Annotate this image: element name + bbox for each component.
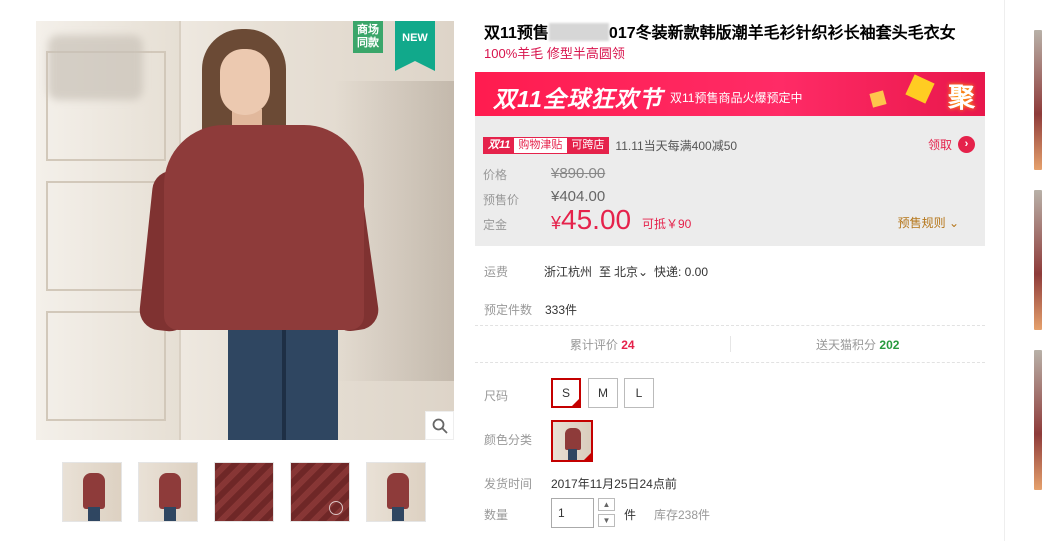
related-item-thumbnail[interactable] — [1034, 30, 1042, 170]
thumbnail[interactable] — [214, 462, 274, 522]
ju-badge: 聚 — [948, 83, 975, 113]
quantity-label: 数量 — [484, 508, 509, 522]
delivery-time: 2017年11月25日24点前 — [551, 477, 677, 491]
promo-headline: 双11全球狂欢节 — [493, 86, 663, 112]
chevron-down-icon: ⌄ — [945, 216, 959, 230]
main-product-image[interactable] — [36, 21, 454, 440]
promo-text: 双11预售商品火爆预定中 — [670, 91, 803, 105]
original-price-label: 价格 — [483, 168, 508, 182]
new-badge: NEW — [395, 21, 435, 71]
quantity-decrease-button[interactable]: ▼ — [598, 514, 615, 527]
size-option-l[interactable]: L — [624, 378, 654, 408]
gift-cube-icon — [905, 74, 935, 104]
color-label: 颜色分类 — [484, 433, 533, 447]
magnifier-icon — [432, 418, 448, 434]
stock-count: 库存238件 — [654, 508, 711, 522]
price-panel: 双11 购物津贴 可跨店 11.11当天每满400减50 领取 › 价格 ¥89… — [475, 116, 985, 246]
ship-from: 浙江杭州 — [544, 265, 593, 279]
thumbnail[interactable] — [62, 462, 122, 522]
deposit-price: ¥45.00 — [551, 204, 632, 235]
related-item-thumbnail[interactable] — [1034, 190, 1042, 330]
stats-row: 累计评价 24 送天猫积分 202 — [475, 326, 985, 362]
model-sweater — [164, 125, 364, 330]
presale-rules-link[interactable]: 预售规则 ⌄ — [898, 214, 959, 231]
deposit-label: 定金 — [483, 218, 508, 232]
zoom-button[interactable] — [425, 411, 454, 440]
ship-to-select[interactable]: 北京⌄ — [614, 263, 648, 280]
thumbnail-strip — [62, 462, 426, 522]
presale-price: ¥404.00 — [551, 188, 606, 205]
size-option-s[interactable]: S — [551, 378, 581, 408]
get-coupon-link[interactable]: 领取 › — [928, 136, 975, 153]
redacted-brand — [548, 23, 609, 41]
coupon-description: 11.11当天每满400减50 — [615, 139, 738, 153]
promo-banner[interactable]: 双11全球狂欢节 双11预售商品火爆预定中 聚 — [475, 72, 985, 116]
thumbnail[interactable] — [138, 462, 198, 522]
same-as-mall-badge: 商场同款 — [353, 21, 383, 53]
size-option-m[interactable]: M — [588, 378, 618, 408]
shopping-allowance-tag: 双11 购物津贴 可跨店 — [483, 137, 610, 154]
chevron-right-icon: › — [958, 136, 975, 153]
model-face — [220, 49, 270, 115]
coupon-row: 双11 购物津贴 可跨店 11.11当天每满400减50 — [483, 137, 737, 154]
product-subtitle: 100%羊毛 修型半高圆领 — [484, 46, 625, 61]
shipping-fee: 快递: 0.00 — [654, 265, 709, 279]
blurred-logo — [48, 35, 143, 100]
deposit-offset: 可抵￥90 — [642, 217, 692, 231]
shipping-label: 运费 — [484, 265, 509, 279]
points-stat: 送天猫积分 202 — [816, 337, 900, 352]
reviews-stat[interactable]: 累计评价 24 — [475, 336, 730, 353]
chevron-down-icon: ⌄ — [638, 265, 649, 279]
thumbnail[interactable] — [366, 462, 426, 522]
presale-price-label: 预售价 — [483, 193, 520, 207]
thumbnail[interactable] — [290, 462, 350, 522]
reserved-label: 预定件数 — [484, 303, 533, 317]
ship-to-word: 至 — [599, 265, 612, 279]
quantity-unit: 件 — [624, 508, 637, 522]
quantity-input[interactable] — [551, 498, 594, 528]
quantity-increase-button[interactable]: ▲ — [598, 498, 615, 511]
original-price: ¥890.00 — [551, 165, 606, 182]
color-option[interactable] — [551, 420, 593, 462]
reserved-count: 333件 — [545, 303, 578, 317]
gift-cube-icon — [869, 90, 887, 108]
delivery-label: 发货时间 — [484, 477, 533, 491]
related-item-thumbnail[interactable] — [1034, 350, 1042, 490]
product-title: 双11预售 017冬装新款韩版潮羊毛衫针织衫长袖套头毛衣女 — [484, 23, 956, 42]
size-label: 尺码 — [484, 389, 509, 403]
